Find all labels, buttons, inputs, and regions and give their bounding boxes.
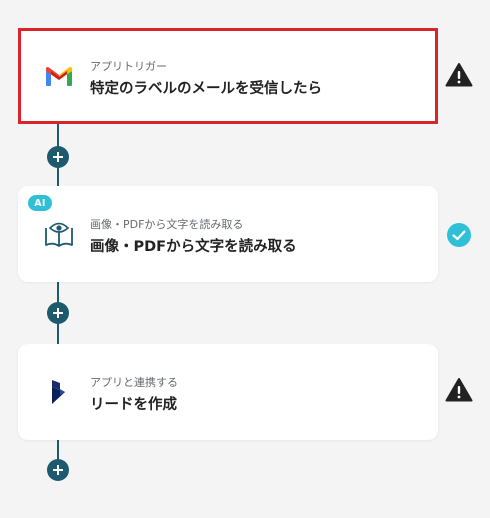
add-step-button[interactable]	[47, 146, 69, 168]
ai-ocr-step-card[interactable]: 画像・PDFから文字を読み取る 画像・PDFから文字を読み取る	[18, 186, 438, 282]
warning-icon[interactable]	[445, 376, 473, 404]
plus-icon	[53, 465, 63, 475]
step-type-label: アプリと連携する	[90, 376, 178, 389]
trigger-step-card[interactable]: アプリトリガー 特定のラベルのメールを受信したら	[18, 28, 438, 124]
ai-badge: AI	[28, 195, 52, 211]
gmail-icon	[42, 59, 76, 93]
step-title: 画像・PDFから文字を読み取る	[90, 239, 297, 255]
add-step-button[interactable]	[47, 302, 69, 324]
check-circle-icon[interactable]	[445, 221, 473, 249]
add-step-button[interactable]	[47, 459, 69, 481]
plus-icon	[53, 152, 63, 162]
open-book-eye-icon	[42, 217, 76, 251]
step-type-label: アプリトリガー	[90, 60, 167, 73]
create-lead-step-card[interactable]: アプリと連携する リードを作成	[18, 344, 438, 440]
step-title: 特定のラベルのメールを受信したら	[90, 81, 322, 97]
flow-connector	[57, 440, 59, 460]
warning-icon[interactable]	[445, 61, 473, 89]
plus-icon	[53, 308, 63, 318]
step-type-label: 画像・PDFから文字を読み取る	[90, 218, 244, 231]
step-title: リードを作成	[90, 397, 177, 413]
dynamics-icon	[42, 375, 76, 409]
